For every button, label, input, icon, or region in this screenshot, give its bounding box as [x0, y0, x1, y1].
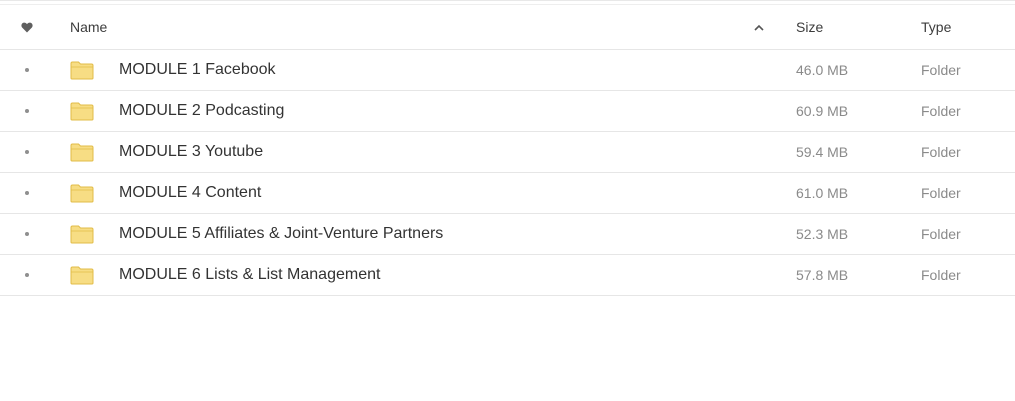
name-column-header[interactable]: Name — [70, 5, 107, 49]
file-name[interactable]: MODULE 4 Content — [119, 173, 261, 213]
file-list: Name Size Type MODULE 1 Facebook 46.0 MB F… — [0, 0, 1015, 296]
bullet-icon[interactable] — [16, 91, 38, 131]
file-size: 60.9 MB — [796, 103, 849, 119]
table-row[interactable]: MODULE 6 Lists & List Management 57.8 MB F… — [0, 255, 1015, 296]
file-size: 59.4 MB — [796, 144, 849, 160]
file-name[interactable]: MODULE 5 Affiliates & Joint-Venture Part… — [119, 214, 443, 254]
folder-icon — [70, 214, 96, 254]
file-name[interactable]: MODULE 2 Podcasting — [119, 91, 284, 131]
file-type: Folder — [921, 103, 961, 119]
table-row[interactable]: MODULE 4 Content 61.0 MB Folder — [0, 173, 1015, 214]
file-type: Folder — [921, 226, 961, 242]
table-row[interactable]: MODULE 1 Facebook 46.0 MB Folder — [0, 50, 1015, 91]
file-size: 61.0 MB — [796, 185, 849, 201]
heart-icon[interactable] — [16, 5, 38, 49]
type-column-header[interactable]: Type — [921, 5, 951, 49]
table-row[interactable]: MODULE 3 Youtube 59.4 MB Folder — [0, 132, 1015, 173]
file-name[interactable]: MODULE 1 Facebook — [119, 50, 276, 90]
file-type: Folder — [921, 267, 961, 283]
table-row[interactable]: MODULE 5 Affiliates & Joint-Venture Part… — [0, 214, 1015, 255]
file-size: 46.0 MB — [796, 62, 849, 78]
bullet-icon[interactable] — [16, 50, 38, 90]
folder-icon — [70, 50, 96, 90]
chevron-up-icon[interactable] — [752, 5, 766, 49]
file-type: Folder — [921, 62, 961, 78]
bullet-icon[interactable] — [16, 132, 38, 172]
folder-icon — [70, 173, 96, 213]
size-column-header[interactable]: Size — [796, 5, 823, 49]
file-type: Folder — [921, 144, 961, 160]
file-size: 52.3 MB — [796, 226, 849, 242]
folder-icon — [70, 91, 96, 131]
table-header: Name Size Type — [0, 4, 1015, 50]
file-size: 57.8 MB — [796, 267, 849, 283]
file-type: Folder — [921, 185, 961, 201]
bullet-icon[interactable] — [16, 255, 38, 295]
table-row[interactable]: MODULE 2 Podcasting 60.9 MB Folder — [0, 91, 1015, 132]
folder-icon — [70, 255, 96, 295]
bullet-icon[interactable] — [16, 173, 38, 213]
bullet-icon[interactable] — [16, 214, 38, 254]
file-name[interactable]: MODULE 6 Lists & List Management — [119, 255, 380, 295]
folder-icon — [70, 132, 96, 172]
file-name[interactable]: MODULE 3 Youtube — [119, 132, 263, 172]
